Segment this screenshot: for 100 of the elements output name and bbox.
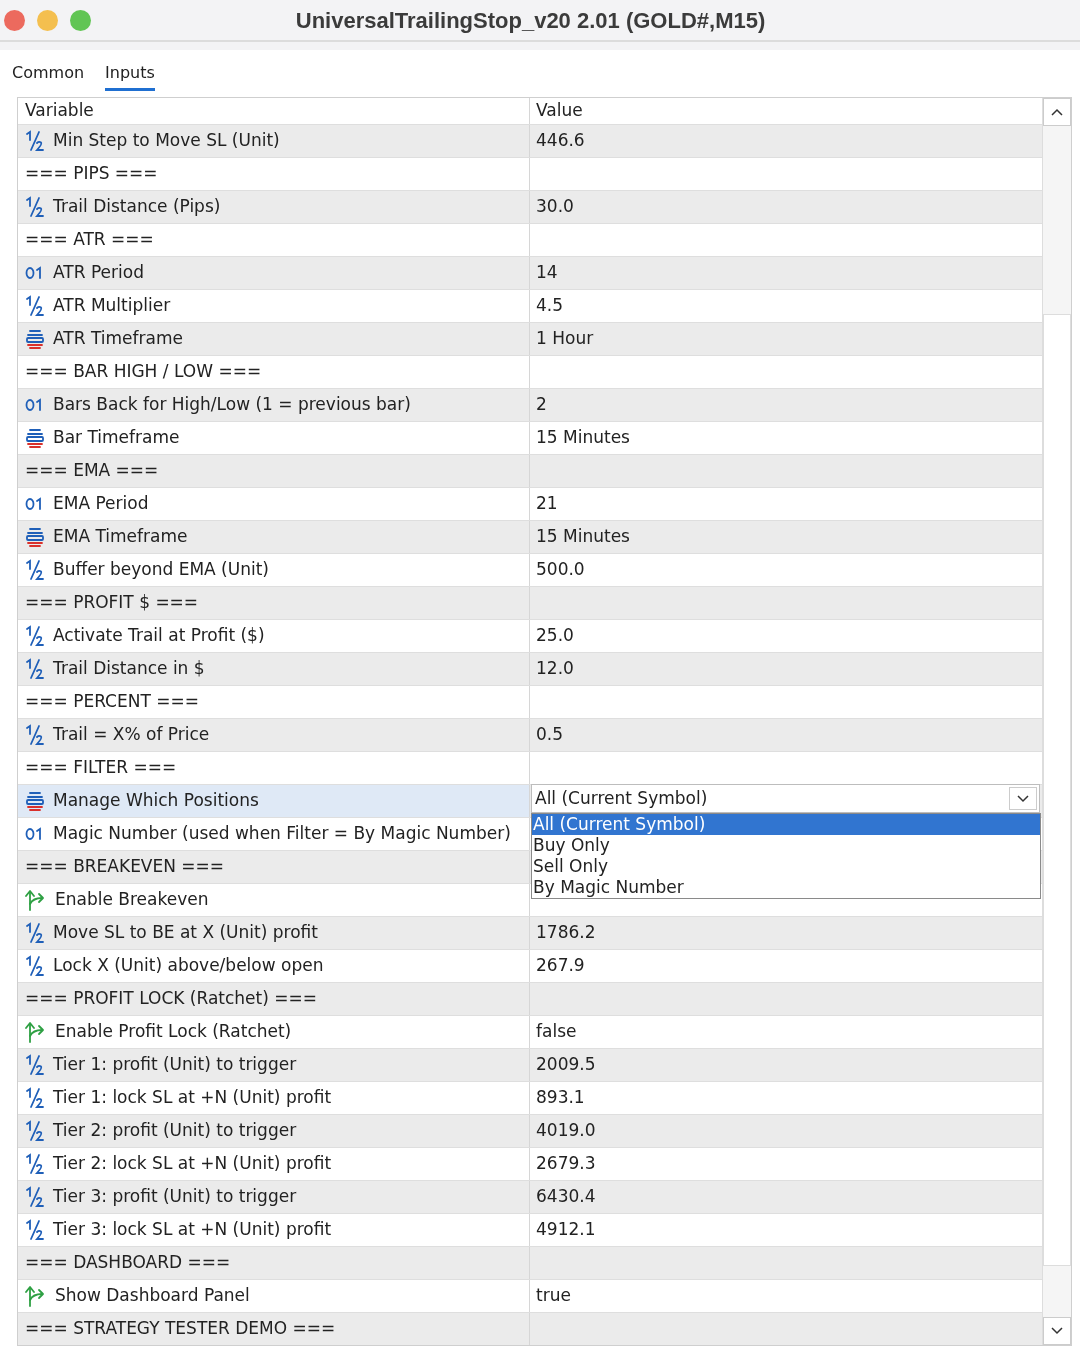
- value-text: 0.5: [536, 723, 564, 747]
- branch-arrow-icon: [25, 889, 47, 911]
- chevron-down-icon: [1017, 794, 1030, 803]
- value-text: 1786.2: [536, 921, 596, 945]
- variable-name: Show Dashboard Panel: [55, 1284, 250, 1308]
- minimize-button[interactable]: [37, 9, 58, 31]
- value-text: 2: [536, 393, 547, 417]
- value-text: false: [536, 1020, 577, 1044]
- variable-name: Move SL to BE at X (Unit) profit: [53, 921, 318, 945]
- variable-name: Enable Breakeven: [55, 888, 209, 912]
- section-heading: === EMA ===: [25, 459, 159, 483]
- section-heading: === PROFIT $ ===: [25, 591, 199, 615]
- column-header: Variable: [25, 99, 94, 123]
- dropdown-field[interactable]: All (Current Symbol): [531, 784, 1041, 813]
- variable-name: Tier 2: profit (Unit) to trigger: [53, 1119, 297, 1143]
- value-text: 1 Hour: [536, 327, 594, 351]
- scroll-up-button[interactable]: [1043, 98, 1071, 126]
- dropdown-option[interactable]: All (Current Symbol): [532, 814, 1041, 835]
- section-heading: === DASHBOARD ===: [25, 1251, 231, 1275]
- variable-name: Tier 1: lock SL at +N (Unit) profit: [53, 1086, 332, 1110]
- section-heading: === PIPS ===: [25, 162, 158, 186]
- fraction-icon: [25, 1120, 45, 1142]
- dropdown-option[interactable]: By Magic Number: [532, 877, 1041, 898]
- section-heading: === STRATEGY TESTER DEMO ===: [25, 1317, 336, 1341]
- fraction-icon: [25, 559, 45, 581]
- value-text: 2679.3: [536, 1152, 596, 1176]
- section-heading: === PROFIT LOCK (Ratchet) ===: [25, 987, 317, 1011]
- variable-name: Trail = X% of Price: [53, 723, 210, 747]
- section-heading: === FILTER ===: [25, 756, 177, 780]
- value-text: 12.0: [536, 657, 574, 681]
- list-icon: [25, 328, 45, 350]
- value-text: 30.0: [536, 195, 574, 219]
- variable-name: Activate Trail at Profit ($): [53, 624, 265, 648]
- fraction-icon: [25, 658, 45, 680]
- section-heading: === BREAKEVEN ===: [25, 855, 225, 879]
- branch-arrow-icon: [25, 1285, 47, 1307]
- dropdown-option[interactable]: Buy Only: [532, 835, 1041, 856]
- variable-name: ATR Timeframe: [53, 327, 183, 351]
- value-text: 2009.5: [536, 1053, 596, 1077]
- chevron-down-icon: [1051, 1327, 1063, 1335]
- value-text: 6430.4: [536, 1185, 596, 1209]
- fraction-icon: [25, 1087, 45, 1109]
- fraction-icon: [25, 1219, 45, 1241]
- variable-name: Manage Which Positions: [53, 789, 259, 813]
- dropdown-button[interactable]: [1009, 787, 1038, 810]
- value-text: 4.5: [536, 294, 564, 318]
- section-heading: === PERCENT ===: [25, 690, 199, 714]
- variable-name: Bar Timeframe: [53, 426, 180, 450]
- value-text: 446.6: [536, 129, 585, 153]
- list-icon: [25, 427, 45, 449]
- fraction-icon: [25, 1186, 45, 1208]
- variable-name: EMA Timeframe: [53, 525, 188, 549]
- value-text: 4912.1: [536, 1218, 596, 1242]
- value-text: 21: [536, 492, 558, 516]
- value-text: 267.9: [536, 954, 585, 978]
- variable-name: Bars Back for High/Low (1 = previous bar): [53, 393, 411, 417]
- fraction-icon: [25, 955, 45, 977]
- variable-name: EMA Period: [53, 492, 149, 516]
- variable-name: Trail Distance (Pips): [53, 195, 221, 219]
- variable-name: Lock X (Unit) above/below open: [53, 954, 324, 978]
- value-text: 15 Minutes: [536, 426, 630, 450]
- value-text: 893.1: [536, 1086, 585, 1110]
- fraction-icon: [25, 724, 45, 746]
- value-text: true: [536, 1284, 571, 1308]
- variable-name: Buffer beyond EMA (Unit): [53, 558, 269, 582]
- branch-arrow-icon: [25, 1021, 47, 1043]
- fraction-icon: [25, 1153, 45, 1175]
- variable-name: Tier 2: lock SL at +N (Unit) profit: [53, 1152, 332, 1176]
- variable-name: Min Step to Move SL (Unit): [53, 129, 280, 153]
- dropdown-option[interactable]: Sell Only: [532, 856, 1041, 877]
- fraction-icon: [25, 295, 45, 317]
- variable-name: Tier 1: profit (Unit) to trigger: [53, 1053, 297, 1077]
- value-text: 4019.0: [536, 1119, 596, 1143]
- variable-name: Tier 3: profit (Unit) to trigger: [53, 1185, 297, 1209]
- list-icon: [25, 790, 45, 812]
- variable-name: Magic Number (used when Filter = By Magic Number): [53, 822, 511, 846]
- fraction-icon: [25, 130, 45, 152]
- zoom-button[interactable]: [70, 9, 91, 31]
- value-text: 25.0: [536, 624, 574, 648]
- section-heading: === ATR ===: [25, 228, 154, 252]
- variable-name: Trail Distance in $: [53, 657, 205, 681]
- variable-name: Tier 3: lock SL at +N (Unit) profit: [53, 1218, 332, 1242]
- section-heading: === BAR HIGH / LOW ===: [25, 360, 262, 384]
- variable-name: ATR Period: [53, 261, 144, 285]
- fraction-icon: [25, 625, 45, 647]
- list-icon: [25, 526, 45, 548]
- variable-name: ATR Multiplier: [53, 294, 171, 318]
- fraction-icon: [25, 1054, 45, 1076]
- column-header: Value: [536, 99, 583, 123]
- tab[interactable]: Inputs: [105, 56, 155, 91]
- value-text: 500.0: [536, 558, 585, 582]
- close-button[interactable]: [4, 9, 25, 31]
- chevron-up-icon: [1051, 108, 1063, 116]
- value-text: 15 Minutes: [536, 525, 630, 549]
- scroll-down-button[interactable]: [1043, 1317, 1071, 1345]
- scrollbar-thumb[interactable]: [1043, 314, 1071, 1266]
- fraction-icon: [25, 196, 45, 218]
- fraction-icon: [25, 922, 45, 944]
- value-text: 14: [536, 261, 558, 285]
- tab[interactable]: Common: [12, 56, 85, 91]
